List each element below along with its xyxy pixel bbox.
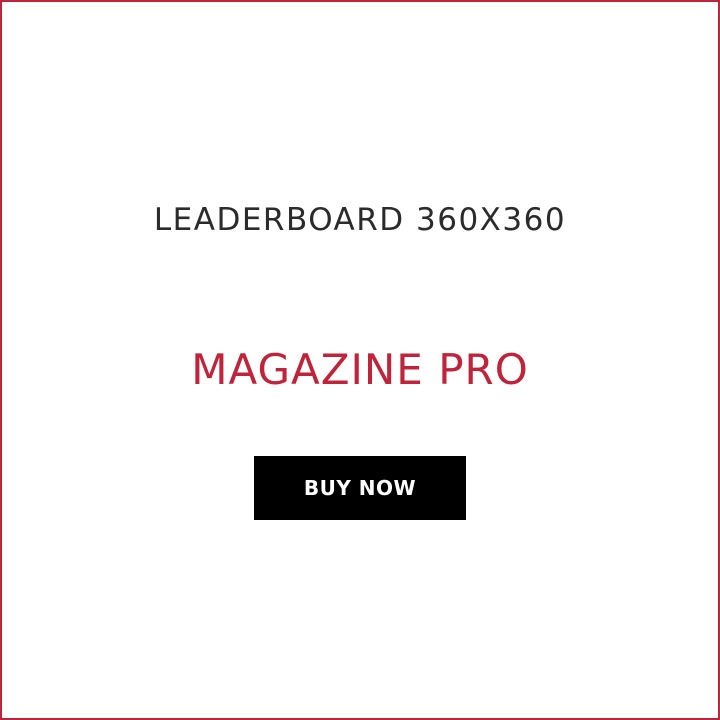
buy-now-button[interactable]: BUY NOW [254,456,466,520]
ad-size-label: LEADERBOARD 360X360 [153,202,567,238]
ad-banner: LEADERBOARD 360X360 MAGAZINE PRO BUY NOW [0,0,720,720]
brand-name: MAGAZINE PRO [191,345,529,394]
